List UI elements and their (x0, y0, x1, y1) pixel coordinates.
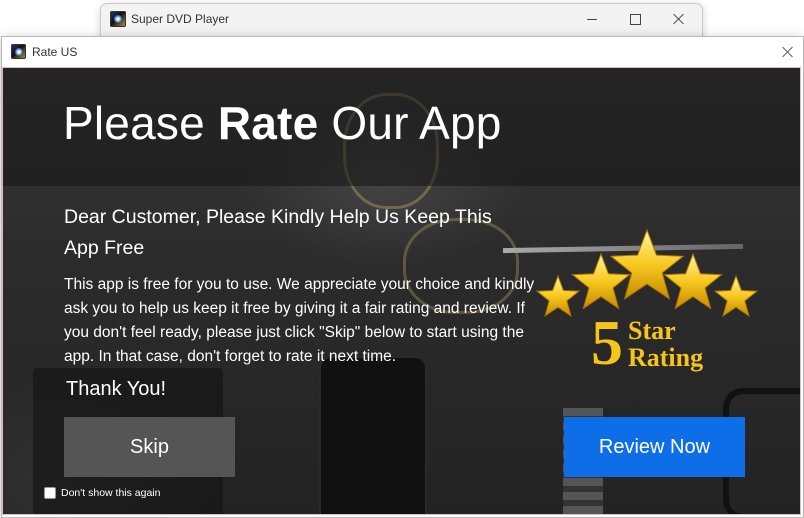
app-icon (11, 44, 26, 59)
maximize-button[interactable] (612, 4, 658, 34)
background-phone (321, 358, 425, 514)
five-star-rating-badge: 5 Star Rating (533, 228, 763, 386)
badge-line1: Star (628, 316, 676, 345)
minimize-icon (587, 18, 597, 20)
dialog-close-button[interactable] (773, 37, 803, 67)
star-icon (609, 228, 685, 300)
minimize-button[interactable] (569, 4, 615, 34)
subheading: Dear Customer, Please Kindly Help Us Kee… (64, 206, 492, 259)
dont-show-again-label: Don't show this again (61, 487, 161, 499)
rate-us-dialog: Rate US Please Rate Our App Dear Custome… (1, 36, 804, 518)
headline-emphasis: Rate (217, 97, 319, 149)
dialog-content: Please Rate Our App Dear Customer, Pleas… (2, 67, 801, 515)
parent-close-button[interactable] (656, 4, 702, 34)
page-title: Please Rate Our App (63, 96, 502, 150)
dialog-title: Rate US (32, 45, 78, 59)
headline-part: Please (63, 97, 218, 149)
close-icon (782, 46, 794, 58)
thank-you-text: Thank You! (66, 378, 167, 400)
app-icon (110, 11, 126, 27)
star-icon (535, 274, 581, 317)
headline-part: Our App (318, 97, 502, 149)
badge-line2: Rating (628, 343, 703, 372)
description-text: This app is free for you to use. We appr… (64, 276, 535, 365)
dont-show-again-option[interactable]: Don't show this again (44, 487, 160, 499)
parent-window-title: Super DVD Player (131, 12, 230, 26)
maximize-icon (629, 13, 641, 25)
badge-number: 5 (591, 307, 623, 378)
parent-titlebar: Super DVD Player (101, 4, 702, 34)
star-rating-graphic: 5 Star Rating (535, 228, 759, 378)
dialog-titlebar: Rate US (2, 37, 803, 67)
star-icon (713, 274, 759, 317)
checkbox-icon[interactable] (44, 487, 56, 499)
review-now-button[interactable]: Review Now (564, 417, 745, 477)
close-icon (673, 13, 685, 25)
skip-button[interactable]: Skip (64, 417, 235, 477)
